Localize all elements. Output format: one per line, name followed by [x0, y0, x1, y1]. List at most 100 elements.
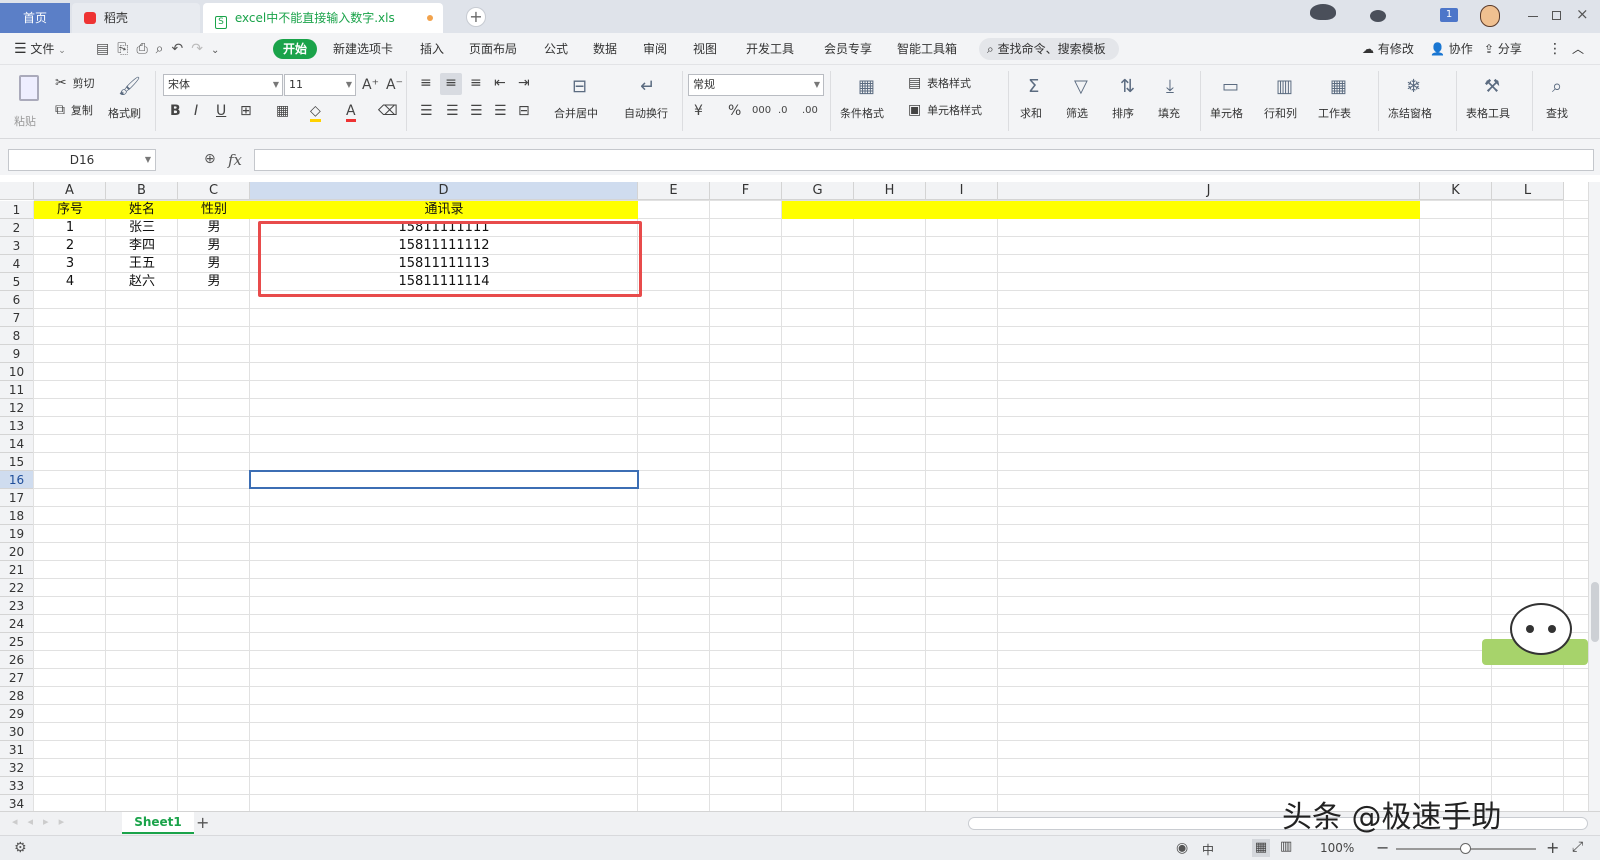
restore-icon[interactable] [1552, 11, 1561, 20]
tab-data[interactable]: 数据 [593, 40, 617, 58]
zoom-slider[interactable] [1396, 843, 1536, 854]
share-button[interactable]: ⇪ 分享 [1484, 40, 1522, 58]
merge-center-button[interactable]: ⊟ 合并居中 [552, 73, 612, 131]
data-cell[interactable]: 张三 [106, 219, 178, 237]
data-cell[interactable]: 1 [34, 219, 106, 237]
border-icon[interactable]: ⊞ [240, 103, 252, 119]
file-menu[interactable]: ☰ 文件 ⌄ [14, 40, 66, 58]
tab-insert[interactable]: 插入 [420, 40, 444, 58]
header-cell[interactable]: 姓名 [106, 201, 178, 219]
normal-view-icon[interactable]: ▦ [1252, 839, 1270, 857]
tab-review[interactable]: 审阅 [643, 40, 667, 58]
close-icon[interactable]: × [1576, 5, 1589, 23]
cell-style-icon[interactable]: ▦ [276, 103, 289, 119]
print-icon[interactable]: ⎙ [136, 41, 155, 57]
sheet-tab-active[interactable]: Sheet1 [122, 812, 194, 834]
tab-home[interactable]: 首页 [0, 3, 70, 33]
add-sheet-button[interactable]: + [196, 813, 209, 832]
data-cell[interactable]: 3 [34, 255, 106, 273]
paste-button[interactable]: 粘贴 [12, 73, 48, 133]
cut-button[interactable]: ✂ 剪切 [55, 75, 95, 91]
copy-button[interactable]: ⧉ 复制 [55, 102, 93, 118]
table-tools-button[interactable]: ⚒ 表格工具 [1464, 73, 1526, 131]
table-style-button[interactable]: ▤ 表格样式 [908, 75, 971, 91]
header-cell[interactable]: 性别 [178, 201, 250, 219]
decrease-font-icon[interactable]: A⁻ [386, 77, 403, 93]
minimize-icon[interactable] [1528, 16, 1538, 17]
align-top-icon[interactable]: ≡ [420, 75, 432, 91]
fill-button[interactable]: ⤓ 填充 [1156, 73, 1196, 131]
function-icon[interactable]: fx [228, 151, 242, 169]
conditional-format-button[interactable]: ▦ 条件格式 [838, 73, 900, 131]
freeze-button[interactable]: ❄ 冻结窗格 [1386, 73, 1446, 131]
save-icon[interactable]: ▤ [96, 41, 117, 57]
tab-page-layout[interactable]: 页面布局 [469, 40, 517, 58]
data-cell[interactable]: 男 [178, 219, 250, 237]
sheet-nav-icon[interactable]: ◂◂▸▸ [12, 815, 74, 828]
data-cell[interactable]: 王五 [106, 255, 178, 273]
increase-font-icon[interactable]: A⁺ [362, 77, 379, 93]
filter-button[interactable]: ▽ 筛选 [1064, 73, 1104, 131]
align-left-icon[interactable]: ☰ [420, 103, 433, 119]
export-icon[interactable]: ⎘ [117, 41, 136, 57]
fill-color-icon[interactable]: ◇ [310, 103, 321, 122]
tab-view[interactable]: 视图 [693, 40, 717, 58]
name-box[interactable]: D16 ▼ [8, 149, 156, 171]
underline-icon[interactable]: U [216, 103, 226, 119]
cell-button[interactable]: ▭ 单元格 [1208, 73, 1256, 131]
vertical-scrollbar[interactable] [1588, 182, 1600, 811]
more-icon[interactable]: ⋮ [1548, 40, 1562, 58]
command-search[interactable]: ⌕ 查找命令、搜索模板 [979, 38, 1119, 60]
format-painter-button[interactable]: 🖌 格式刷 [108, 73, 150, 131]
decrease-decimal-icon[interactable]: .00 [802, 103, 818, 119]
tab-start[interactable]: 开始 [273, 39, 317, 59]
redo-icon[interactable]: ↷ [191, 41, 211, 57]
italic-icon[interactable]: I [194, 103, 198, 119]
eraser-icon[interactable]: ⌫ [378, 103, 398, 119]
increase-decimal-icon[interactable]: .0 [778, 103, 788, 119]
tab-member[interactable]: 会员专享 [824, 40, 872, 58]
eye-protect-icon[interactable]: ◉ [1176, 840, 1188, 856]
thousands-icon[interactable]: 000 [752, 103, 771, 119]
data-cell[interactable]: 男 [178, 255, 250, 273]
font-size-select[interactable]: 11 ▼ [284, 74, 356, 96]
row-col-button[interactable]: ▥ 行和列 [1262, 73, 1310, 131]
find-button[interactable]: ⌕ 查找 [1540, 73, 1584, 131]
macro-icon[interactable]: ⚙ [14, 840, 27, 856]
input-mode[interactable]: 中 [1202, 841, 1214, 858]
auto-wrap-button[interactable]: ↵ 自动换行 [622, 73, 678, 131]
data-cell[interactable]: 男 [178, 273, 250, 291]
indent-icon[interactable]: ⇥ [518, 75, 530, 91]
tab-new[interactable]: 新建选项卡 [333, 40, 393, 58]
unsaved-dot-icon[interactable] [427, 15, 433, 21]
data-cell[interactable]: 李四 [106, 237, 178, 255]
fullscreen-icon[interactable]: ⤢ [1572, 839, 1583, 855]
font-color-icon[interactable]: A [346, 103, 356, 122]
sort-button[interactable]: ⇅ 排序 [1110, 73, 1150, 131]
avatar[interactable] [1480, 5, 1500, 27]
tab-file[interactable]: S excel中不能直接输入数字.xls [203, 3, 443, 33]
font-name-select[interactable]: 宋体 ▼ [163, 74, 283, 96]
badge[interactable]: 1 [1440, 8, 1458, 22]
data-cell[interactable]: 4 [34, 273, 106, 291]
worksheet-button[interactable]: ▦ 工作表 [1316, 73, 1366, 131]
justify-icon[interactable]: ☰ [494, 103, 507, 119]
data-cell[interactable]: 男 [178, 237, 250, 255]
zoom-in-icon[interactable]: + [1546, 838, 1559, 857]
preview-icon[interactable]: ⌕ [156, 41, 172, 57]
zoom-level[interactable]: 100% [1320, 841, 1354, 855]
header-cell[interactable]: 通讯录 [250, 201, 638, 219]
formula-input[interactable] [254, 149, 1594, 171]
selected-cell[interactable] [249, 470, 639, 489]
collab-button[interactable]: 👤 协作 [1430, 40, 1473, 58]
data-cell[interactable]: 2 [34, 237, 106, 255]
collapse-ribbon-icon[interactable]: ︿ [1572, 40, 1584, 58]
bold-icon[interactable]: B [170, 103, 181, 119]
currency-icon[interactable]: ¥ [694, 103, 703, 119]
align-bottom-icon[interactable]: ≡ [470, 75, 482, 91]
data-cell[interactable]: 赵六 [106, 273, 178, 291]
page-view-icon[interactable]: ▥ [1280, 839, 1292, 854]
new-tab-button[interactable]: + [466, 7, 486, 27]
cell-style-button[interactable]: ▣ 单元格样式 [908, 102, 982, 118]
undo-icon[interactable]: ↶ [171, 41, 191, 57]
